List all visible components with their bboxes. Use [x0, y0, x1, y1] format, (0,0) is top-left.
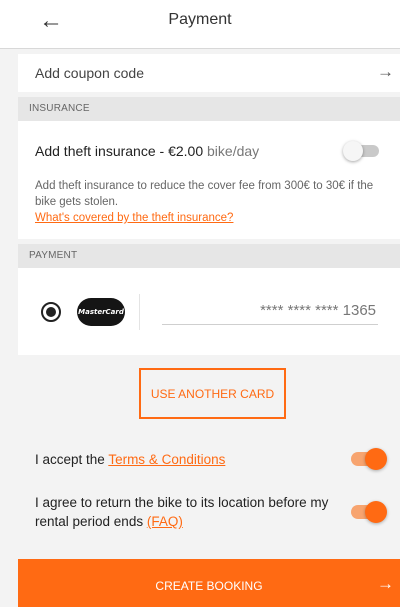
insurance-price: €2.00 [168, 143, 204, 159]
coupon-code-row[interactable]: Add coupon code → [18, 54, 400, 92]
top-bar: ← Payment [0, 0, 400, 49]
create-booking-label: CREATE BOOKING [155, 579, 263, 593]
coupon-label: Add coupon code [35, 65, 144, 81]
page-title: Payment [168, 11, 232, 28]
insurance-panel: Add theft insurance - €2.00 bike/day Add… [18, 121, 400, 239]
card-radio-button[interactable] [41, 302, 61, 322]
return-agreement-toggle[interactable] [351, 501, 391, 523]
insurance-unit: bike/day [203, 143, 260, 159]
payment-card-row[interactable]: MasterCard **** **** **** 1365 [18, 268, 400, 355]
payment-section-header: PAYMENT [18, 244, 400, 268]
insurance-section-label: INSURANCE [29, 103, 90, 114]
insurance-description: Add theft insurance to reduce the cover … [35, 180, 374, 208]
terms-toggle[interactable] [351, 448, 391, 470]
arrow-right-icon: → [377, 62, 394, 81]
faq-link[interactable]: (FAQ) [147, 514, 183, 529]
toggle-thumb [365, 448, 387, 470]
insurance-title-prefix: Add theft insurance - [35, 143, 169, 159]
terms-prefix: I accept the [35, 452, 109, 467]
return-agreement-row: I agree to return the bike to its locati… [18, 490, 400, 534]
theft-insurance-toggle[interactable] [343, 141, 379, 161]
mastercard-logo-icon: MasterCard [77, 298, 125, 326]
use-another-card-button[interactable]: USE ANOTHER CARD [139, 368, 286, 419]
terms-text: I accept the Terms & Conditions [35, 450, 225, 469]
insurance-coverage-link[interactable]: What's covered by the theft insurance? [35, 212, 233, 224]
arrow-right-icon: → [377, 574, 394, 593]
payment-section-label: PAYMENT [29, 250, 78, 261]
toggle-thumb [365, 501, 387, 523]
card-number: **** **** **** 1365 [162, 299, 378, 325]
toggle-thumb [343, 141, 363, 161]
create-booking-button[interactable]: CREATE BOOKING → [18, 559, 400, 607]
divider [139, 294, 140, 330]
terms-row: I accept the Terms & Conditions [18, 448, 400, 472]
terms-link[interactable]: Terms & Conditions [108, 452, 225, 467]
return-text: I agree to return the bike to its locati… [35, 493, 345, 531]
theft-insurance-title: Add theft insurance - €2.00 bike/day [35, 143, 259, 159]
card-brand: MasterCard [78, 308, 124, 316]
insurance-section-header: INSURANCE [18, 97, 400, 121]
